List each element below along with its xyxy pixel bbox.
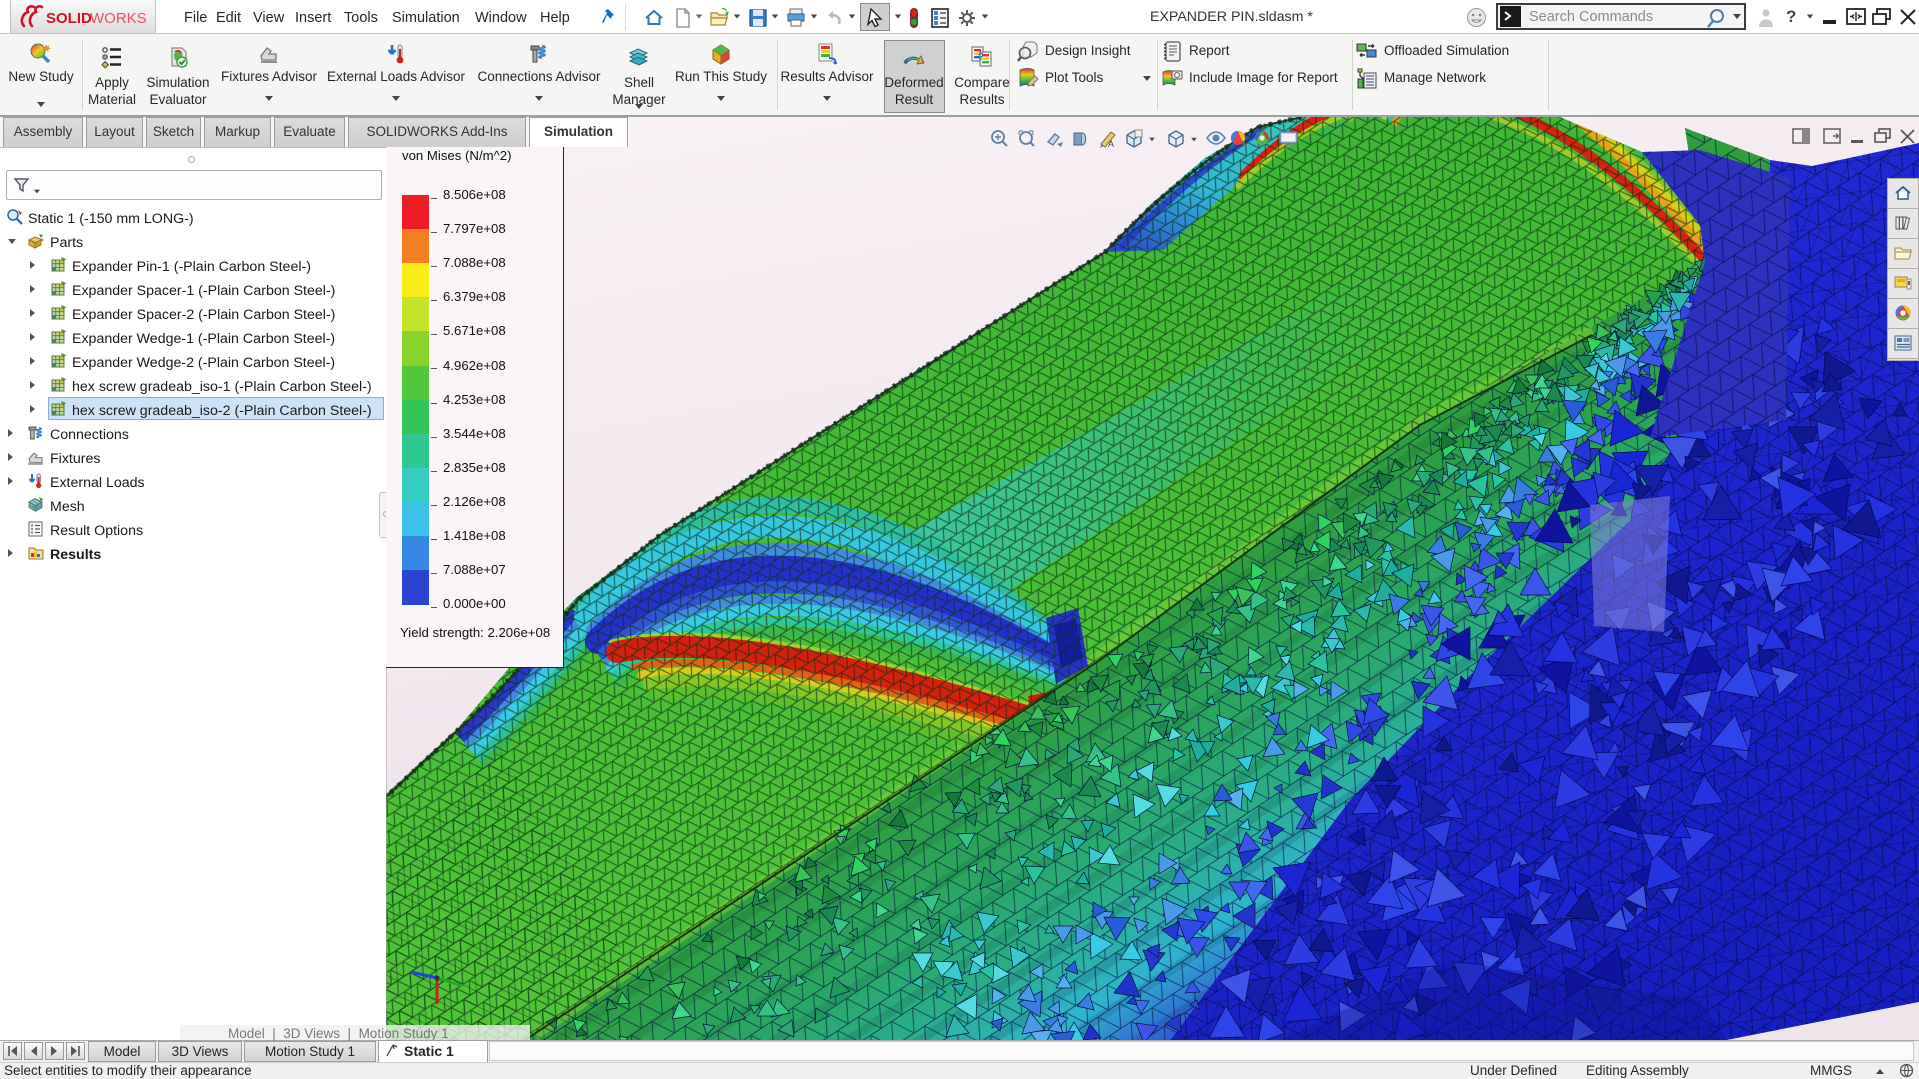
- svg-text:A: A: [1108, 139, 1114, 149]
- svg-text:?: ?: [978, 52, 984, 63]
- svg-text:WORKS: WORKS: [90, 10, 147, 27]
- svg-text:SOLID: SOLID: [46, 10, 92, 27]
